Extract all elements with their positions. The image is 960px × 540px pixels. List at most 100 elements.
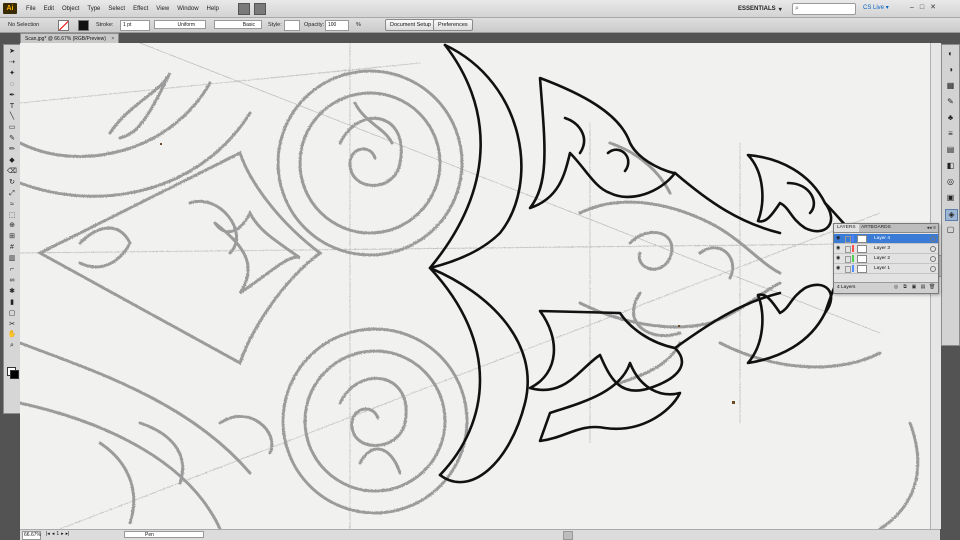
artboard-number[interactable]: 1: [56, 531, 59, 538]
close-icon[interactable]: ✕: [930, 3, 936, 13]
new-layer-icon[interactable]: ▤: [920, 284, 926, 291]
mesh-tool-icon[interactable]: #: [6, 244, 18, 252]
eye-icon[interactable]: ◉: [836, 235, 840, 242]
menu-help[interactable]: Help: [203, 6, 223, 12]
selection-tool-icon[interactable]: ➤: [6, 48, 18, 56]
fill-swatch[interactable]: [58, 20, 69, 31]
slice-tool-icon[interactable]: ✂: [6, 321, 18, 329]
layer-row[interactable]: ◉ Layer 4: [834, 234, 938, 244]
locate-object-icon[interactable]: ◎: [893, 284, 899, 291]
layer-name[interactable]: Layer 3: [874, 244, 890, 253]
artboards-icon[interactable]: ▢: [945, 225, 956, 235]
preferences-button[interactable]: Preferences: [433, 19, 473, 31]
pen-tool-icon[interactable]: ✒: [6, 92, 18, 100]
type-tool-icon[interactable]: T: [6, 103, 18, 111]
shape-builder-tool-icon[interactable]: ⊕: [6, 222, 18, 230]
transparency-icon[interactable]: ◧: [945, 161, 956, 171]
target-icon[interactable]: [930, 256, 936, 262]
workspace-switcher[interactable]: ESSENTIALS ▾: [738, 4, 782, 14]
menu-select[interactable]: Select: [104, 6, 129, 12]
document-setup-button[interactable]: Document Setup: [385, 19, 436, 31]
gradient-icon[interactable]: ▤: [945, 145, 956, 155]
target-icon[interactable]: [930, 246, 936, 252]
scale-tool-icon[interactable]: ⤢: [6, 190, 18, 198]
fill-stroke-widget[interactable]: [7, 367, 19, 379]
horizontal-scroll-thumb[interactable]: [563, 531, 573, 540]
swatches-icon[interactable]: ▦: [945, 81, 956, 91]
graphic-styles-icon[interactable]: ▣: [945, 193, 956, 203]
blend-tool-icon[interactable]: ∞: [6, 277, 18, 285]
artboard-tool-icon[interactable]: ▢: [6, 310, 18, 318]
eraser-tool-icon[interactable]: ⌫: [6, 168, 18, 176]
prev-artboard-button[interactable]: ◂: [52, 531, 55, 538]
layer-name[interactable]: Layer 4: [874, 234, 890, 243]
stroke-icon[interactable]: [10, 370, 19, 379]
zoom-tool-icon[interactable]: ⌕: [6, 342, 18, 350]
rotate-tool-icon[interactable]: ↻: [6, 179, 18, 187]
column-graph-tool-icon[interactable]: ▮: [6, 299, 18, 307]
help-search-input[interactable]: ⌕: [792, 3, 856, 15]
next-artboard-button[interactable]: ▸: [61, 531, 64, 538]
stroke-weight-field[interactable]: 1 pt: [120, 20, 150, 31]
pencil-tool-icon[interactable]: ✏: [6, 146, 18, 154]
gradient-tool-icon[interactable]: ▥: [6, 255, 18, 263]
layer-row[interactable]: ◉ Layer 1: [834, 264, 938, 274]
first-artboard-button[interactable]: |◂: [46, 531, 50, 538]
eye-icon[interactable]: ◉: [836, 265, 840, 272]
appearance-icon[interactable]: ◎: [945, 177, 956, 187]
tab-layers[interactable]: LAYERS: [834, 224, 859, 232]
menu-view[interactable]: View: [152, 6, 173, 12]
menu-object[interactable]: Object: [58, 6, 83, 12]
style-dropdown[interactable]: [284, 20, 300, 31]
stroke-icon[interactable]: ≡: [945, 129, 956, 139]
paintbrush-tool-icon[interactable]: ✎: [6, 135, 18, 143]
menu-type[interactable]: Type: [83, 6, 104, 12]
color-icon[interactable]: ◐: [945, 49, 956, 59]
perspective-tool-icon[interactable]: ⊞: [6, 233, 18, 241]
last-artboard-button[interactable]: ▸|: [66, 531, 70, 538]
brush-dropdown[interactable]: Basic: [214, 20, 262, 29]
panel-menu-icon[interactable]: ◂◂ ≡: [927, 224, 936, 232]
blob-brush-tool-icon[interactable]: ◆: [6, 157, 18, 165]
eye-icon[interactable]: ◉: [836, 255, 840, 262]
bridge-icon[interactable]: [238, 3, 250, 15]
menu-effect[interactable]: Effect: [129, 6, 152, 12]
lock-toggle[interactable]: [845, 266, 851, 273]
layer-name[interactable]: Layer 2: [874, 254, 890, 263]
target-icon[interactable]: [930, 266, 936, 272]
artboard-canvas[interactable]: [20, 43, 940, 529]
opacity-field[interactable]: 100: [325, 20, 349, 31]
layer-row[interactable]: ◉ Layer 2: [834, 254, 938, 264]
layer-row[interactable]: ◉ Layer 3: [834, 244, 938, 254]
lasso-tool-icon[interactable]: ◌: [6, 81, 18, 89]
direct-selection-tool-icon[interactable]: ⇢: [6, 59, 18, 67]
clipping-mask-icon[interactable]: ⧉: [902, 284, 908, 291]
zoom-field[interactable]: 66.67%: [22, 531, 41, 540]
lock-toggle[interactable]: [845, 236, 851, 243]
lock-toggle[interactable]: [845, 256, 851, 263]
lock-toggle[interactable]: [845, 246, 851, 253]
width-tool-icon[interactable]: ≈: [6, 201, 18, 209]
stroke-swatch[interactable]: [78, 20, 89, 31]
hand-tool-icon[interactable]: ✋: [6, 331, 18, 339]
menu-file[interactable]: File: [22, 6, 40, 12]
menu-window[interactable]: Window: [173, 6, 202, 12]
delete-layer-icon[interactable]: 🗑: [929, 284, 935, 291]
menu-edit[interactable]: Edit: [40, 6, 58, 12]
magic-wand-tool-icon[interactable]: ✦: [6, 70, 18, 78]
color-guide-icon[interactable]: ◑: [945, 65, 956, 75]
close-icon[interactable]: ×: [111, 36, 114, 42]
eye-icon[interactable]: ◉: [836, 245, 840, 252]
maximize-icon[interactable]: □: [920, 3, 924, 13]
cs-live-button[interactable]: CS Live ▾: [863, 3, 889, 13]
stroke-profile-dropdown[interactable]: Uniform: [154, 20, 206, 29]
eyedropper-tool-icon[interactable]: ⌐: [6, 266, 18, 274]
status-field[interactable]: Pen: [124, 531, 204, 538]
minimize-icon[interactable]: –: [910, 3, 914, 13]
layers-icon[interactable]: ◈: [945, 209, 958, 221]
line-tool-icon[interactable]: ╲: [6, 113, 18, 121]
brushes-icon[interactable]: ✎: [945, 97, 956, 107]
arrange-documents-icon[interactable]: [254, 3, 266, 15]
rectangle-tool-icon[interactable]: ▭: [6, 124, 18, 132]
symbols-icon[interactable]: ♣: [945, 113, 956, 123]
